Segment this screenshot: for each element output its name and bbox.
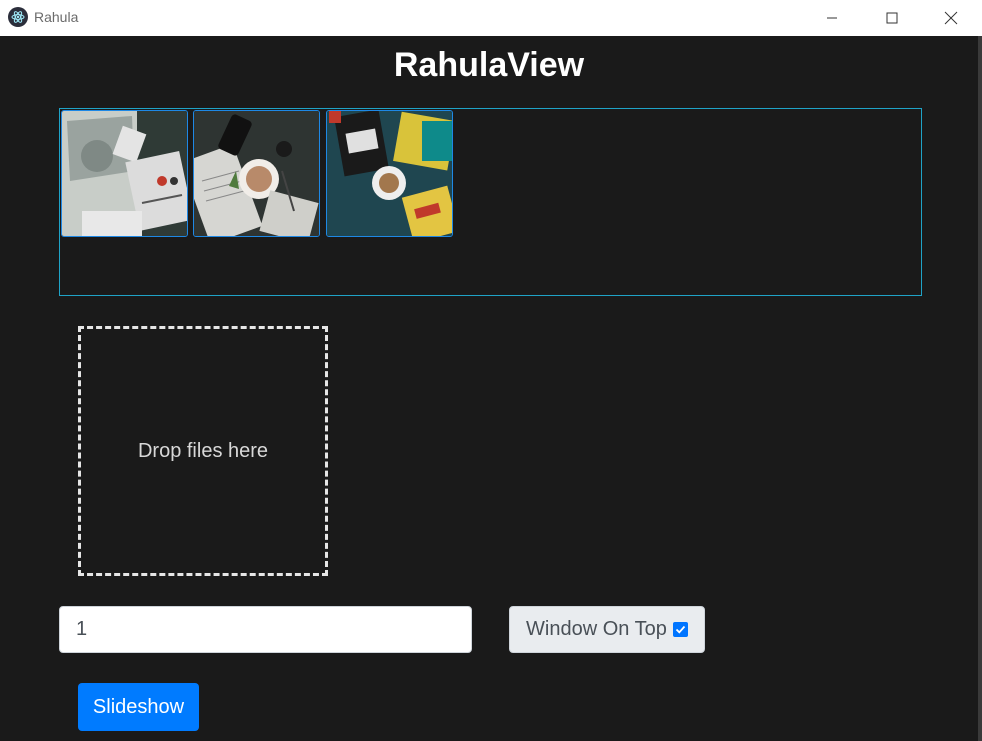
- file-dropzone[interactable]: Drop files here: [78, 326, 328, 576]
- maximize-icon[interactable]: [869, 0, 915, 36]
- photo-thumbnail[interactable]: [61, 110, 188, 237]
- window-titlebar: Rahula: [0, 0, 982, 36]
- minimize-icon[interactable]: [809, 0, 855, 36]
- window-on-top-checkbox[interactable]: [672, 622, 688, 637]
- app-body: RahulaView Drop files here 1 Window On T…: [0, 36, 978, 741]
- window-on-top-toggle[interactable]: Window On Top: [509, 606, 705, 653]
- close-icon[interactable]: [928, 0, 974, 36]
- window-on-top-label: Window On Top: [526, 618, 667, 640]
- dropzone-label: Drop files here: [137, 439, 269, 462]
- slideshow-button[interactable]: Slideshow: [78, 683, 199, 731]
- page-title: RahulaView: [393, 46, 585, 84]
- window-title: Rahula: [34, 9, 79, 25]
- thumbnail-gallery: [59, 108, 922, 296]
- photo-thumbnail[interactable]: [326, 110, 453, 237]
- electron-app-icon: [8, 7, 28, 27]
- photo-thumbnail[interactable]: [193, 110, 320, 237]
- interval-input[interactable]: [59, 606, 472, 653]
- window-edge: [978, 36, 982, 741]
